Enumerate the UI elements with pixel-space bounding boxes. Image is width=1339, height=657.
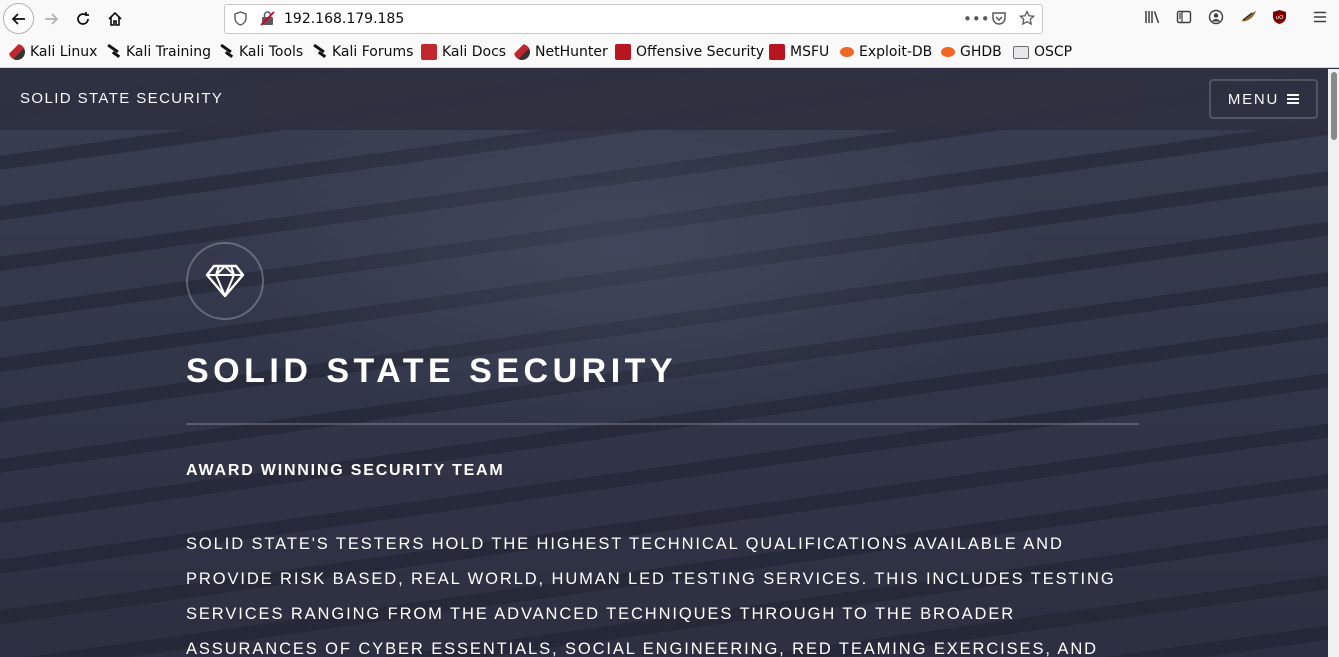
site-header: SOLID STATE SECURITY MENU — [0, 69, 1328, 130]
bookmark-label: Kali Tools — [239, 44, 304, 60]
sidebar-icon[interactable] — [1176, 9, 1192, 29]
bookmark-ghdb[interactable]: GHDB — [941, 44, 1002, 60]
browser-toolbar: 192.168.179.185 ••• uO — [0, 0, 1339, 38]
reload-icon — [77, 12, 89, 25]
url-bar[interactable]: 192.168.179.185 ••• — [224, 4, 1043, 34]
bookmark-label: GHDB — [960, 44, 1002, 60]
folder-icon — [1013, 45, 1029, 59]
offsec-icon — [615, 44, 631, 60]
hero-description: Solid State's testers hold the highest t… — [186, 535, 1116, 657]
home-button[interactable] — [100, 4, 130, 34]
bookmark-star-icon[interactable] — [1018, 9, 1036, 30]
bookmark-kali-forums[interactable]: Kali Forums — [311, 44, 413, 60]
hero-subtitle: AWARD WINNING SECURITY TEAM — [186, 462, 505, 479]
forward-button[interactable] — [36, 4, 66, 34]
back-arrow-icon — [11, 12, 25, 25]
bookmark-kali-docs[interactable]: Kali Docs — [421, 44, 506, 60]
kali-dragon-icon — [218, 44, 234, 60]
scrollbar-thumb[interactable] — [1331, 72, 1337, 140]
bookmark-label: OSCP — [1034, 44, 1073, 60]
diamond-icon — [205, 264, 245, 298]
back-button[interactable] — [3, 3, 34, 34]
hero-divider — [186, 423, 1139, 425]
page-scrollbar[interactable] — [1328, 69, 1339, 657]
kali-icon — [9, 44, 25, 60]
kali-dragon-icon — [311, 44, 327, 60]
extension-icon[interactable] — [1240, 9, 1257, 29]
shield-icon[interactable] — [234, 11, 247, 30]
bookmark-label: NetHunter — [535, 44, 608, 60]
kali-dragon-icon — [105, 44, 121, 60]
hamburger-menu-icon[interactable] — [1312, 9, 1328, 29]
offsec-icon — [769, 44, 785, 60]
hamburger-icon — [1287, 94, 1300, 104]
bookmark-oscp[interactable]: OSCP — [1013, 44, 1072, 60]
exploit-db-icon — [941, 47, 955, 57]
svg-text:uO: uO — [1276, 15, 1284, 21]
reload-button[interactable] — [68, 4, 98, 34]
ublock-icon[interactable]: uO — [1272, 9, 1287, 29]
bookmark-exploit-db[interactable]: Exploit-DB — [840, 44, 932, 60]
bookmark-msfu[interactable]: MSFU — [769, 44, 829, 60]
home-icon — [108, 11, 122, 26]
menu-button[interactable]: MENU — [1209, 79, 1318, 119]
bookmarks-bar: Kali Linux Kali Training Kali Tools Kali… — [0, 38, 1339, 68]
hero-title: SOLID STATE SECURITY — [186, 352, 678, 390]
bookmark-label: Kali Forums — [332, 44, 414, 60]
bookmark-kali-tools[interactable]: Kali Tools — [218, 44, 303, 60]
bookmark-label: Kali Training — [126, 44, 211, 60]
bookmark-kali-linux[interactable]: Kali Linux — [9, 44, 97, 60]
bookmark-kali-training[interactable]: Kali Training — [105, 44, 211, 60]
page-actions-icon[interactable]: ••• — [963, 10, 990, 28]
bookmark-nethunter[interactable]: NetHunter — [514, 44, 608, 60]
bookmark-label: Exploit-DB — [859, 44, 933, 60]
forward-arrow-icon — [45, 13, 59, 25]
menu-label: MENU — [1227, 90, 1280, 108]
pocket-icon[interactable] — [991, 10, 1007, 30]
bookmark-label: MSFU — [790, 44, 830, 60]
kali-docs-icon — [421, 44, 437, 60]
insecure-lock-icon[interactable] — [260, 11, 275, 30]
library-icon[interactable] — [1144, 9, 1161, 29]
bookmark-label: Kali Linux — [30, 44, 98, 60]
diamond-logo — [186, 242, 264, 320]
bookmark-label: Offensive Security — [636, 44, 765, 60]
page-content: SOLID STATE SECURITY MENU SOLID STATE SE… — [0, 69, 1328, 657]
url-text[interactable]: 192.168.179.185 — [284, 11, 404, 27]
kali-icon — [514, 44, 530, 60]
bookmark-label: Kali Docs — [442, 44, 507, 60]
exploit-db-icon — [840, 47, 854, 57]
account-icon[interactable] — [1208, 9, 1224, 29]
site-title-link[interactable]: SOLID STATE SECURITY — [20, 90, 223, 107]
bookmark-offensive-security[interactable]: Offensive Security — [615, 44, 764, 60]
